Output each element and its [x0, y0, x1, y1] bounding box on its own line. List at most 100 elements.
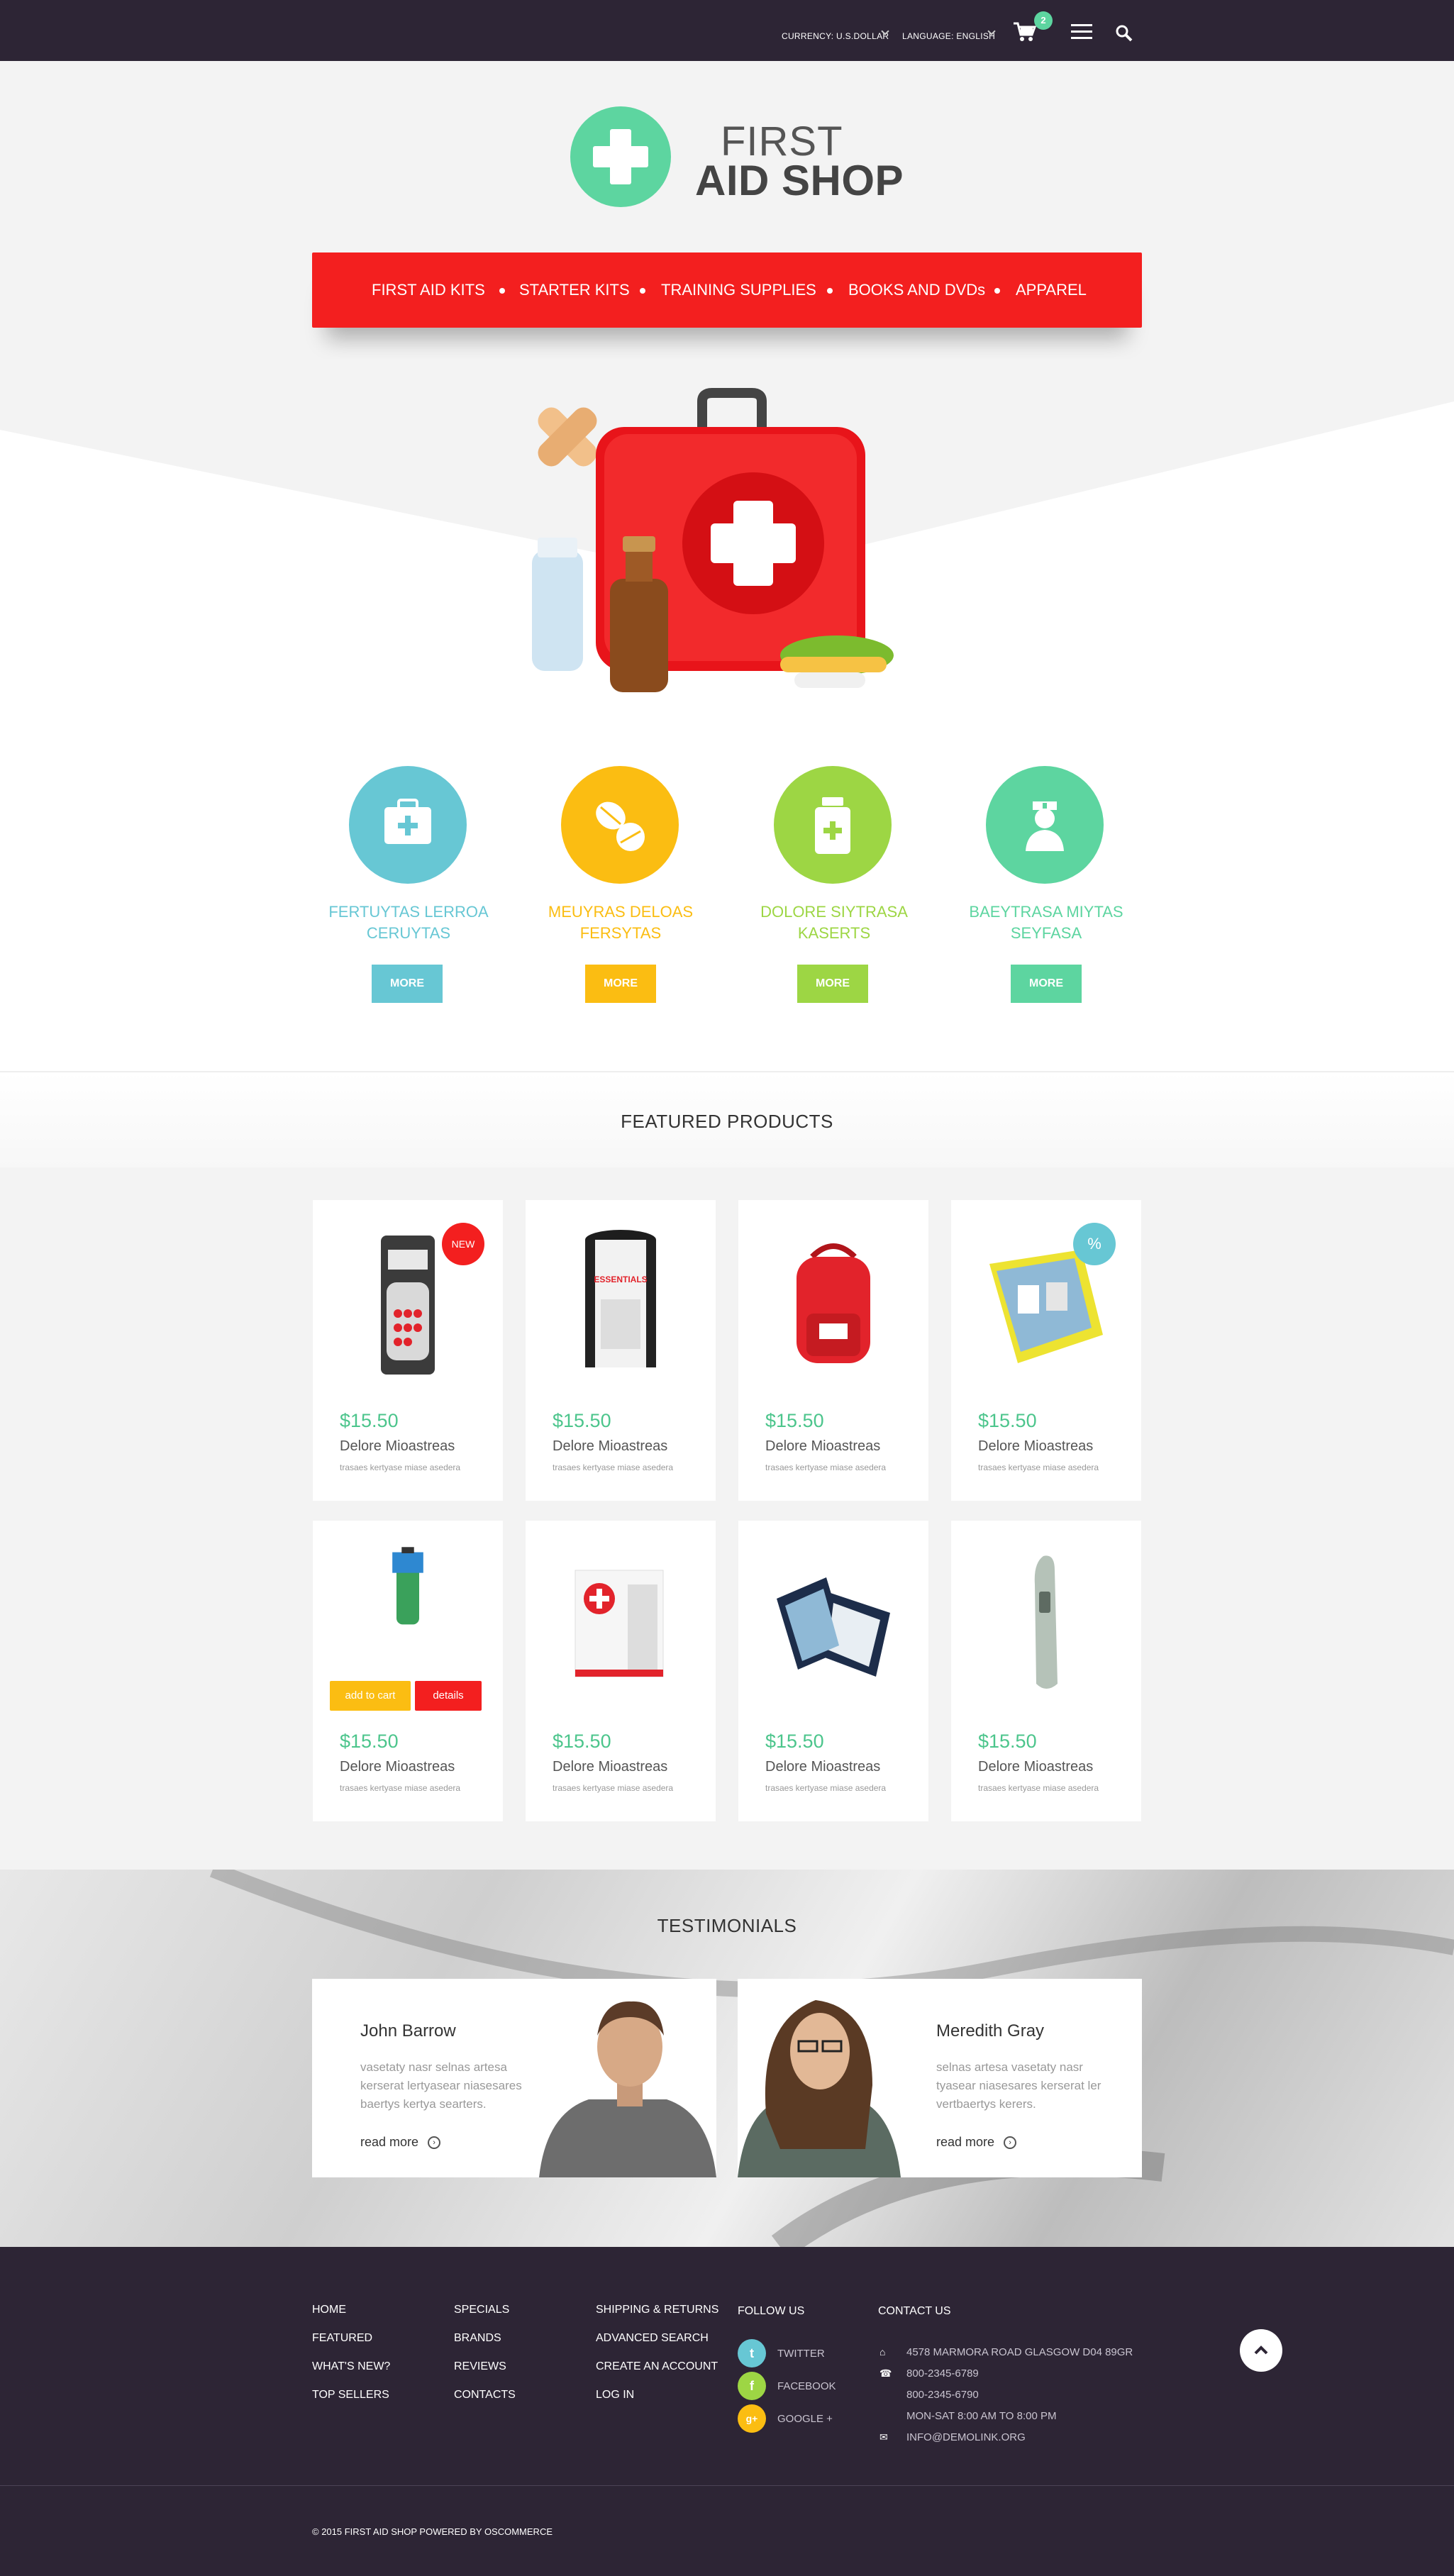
- footer-link-home[interactable]: HOME: [312, 2304, 346, 2316]
- svg-text:ESSENTIALS: ESSENTIALS: [594, 1275, 647, 1284]
- menu-item-starter-kits[interactable]: STARTER KITS: [519, 281, 630, 299]
- feature-more-button[interactable]: MORE: [372, 965, 443, 1003]
- logo-cross-icon[interactable]: [570, 106, 671, 207]
- feature-title: BAEYTRASA MIYTAS SEYFASA: [969, 903, 1123, 942]
- featured-products-title: FEATURED PRODUCTS: [621, 1111, 833, 1132]
- testimonial-card: Meredith Gray selnas artesa vasetaty nas…: [738, 1979, 1142, 2177]
- home-icon: ⌂: [879, 2346, 886, 2358]
- product-image[interactable]: [762, 1542, 904, 1698]
- main-menu: FIRST AID KITS STARTER KITS TRAINING SUP…: [312, 252, 1142, 328]
- product-name[interactable]: Delore Mioastreas: [553, 1759, 667, 1775]
- product-card[interactable]: $15.50 Delore Mioastreas trasaes kertyas…: [951, 1521, 1141, 1821]
- product-card[interactable]: add to cart details $15.50 Delore Mioast…: [313, 1521, 503, 1821]
- phone-icon: ☎: [879, 2367, 892, 2379]
- twitter-icon[interactable]: t: [738, 2339, 766, 2367]
- currency-selector[interactable]: CURRENCY: U.S.DOLLAR: [782, 31, 889, 41]
- nurse-icon[interactable]: [986, 766, 1104, 884]
- menu-icon[interactable]: [1071, 24, 1092, 40]
- arrow-right-circle-icon: ›: [1004, 2136, 1017, 2150]
- product-description: trasaes kertyase miase asedera: [553, 1783, 674, 1793]
- product-image[interactable]: [975, 1542, 1117, 1698]
- footer-link-create-account[interactable]: CREATE AN ACCOUNT: [596, 2360, 718, 2373]
- product-price: $15.50: [765, 1410, 824, 1431]
- product-price: $15.50: [978, 1731, 1037, 1752]
- back-to-top-button[interactable]: [1240, 2329, 1282, 2372]
- new-badge: NEW: [442, 1223, 484, 1265]
- feature-more-button[interactable]: MORE: [797, 965, 868, 1003]
- contact-phone[interactable]: 800-2345-6790: [906, 2389, 979, 2401]
- feature-more-button[interactable]: MORE: [585, 965, 656, 1003]
- footer-link-featured[interactable]: FEATURED: [312, 2332, 372, 2345]
- product-name[interactable]: Delore Mioastreas: [765, 1759, 880, 1775]
- footer-link-whats-new[interactable]: WHAT'S NEW?: [312, 2360, 390, 2373]
- product-image[interactable]: [337, 1542, 479, 1655]
- product-image[interactable]: [762, 1221, 904, 1377]
- arrow-right-circle-icon: ›: [428, 2136, 441, 2150]
- details-button[interactable]: details: [415, 1681, 482, 1711]
- pills-icon[interactable]: [561, 766, 679, 884]
- logo-text-aid-shop[interactable]: AID SHOP: [695, 156, 904, 205]
- product-grid: NEW $15.50 Delore Mioastreas trasaes ker…: [0, 1167, 1454, 1870]
- contact-phone[interactable]: 800-2345-6789: [906, 2367, 979, 2380]
- google-plus-icon[interactable]: g+: [738, 2404, 766, 2433]
- product-name[interactable]: Delore Mioastreas: [553, 1438, 667, 1455]
- sale-badge: %: [1073, 1223, 1116, 1265]
- read-more-link[interactable]: read more ›: [360, 2135, 441, 2150]
- cart-icon[interactable]: [1013, 21, 1037, 43]
- footer-link-contacts[interactable]: CONTACTS: [454, 2389, 516, 2402]
- product-name[interactable]: Delore Mioastreas: [978, 1438, 1093, 1455]
- product-description: trasaes kertyase miase asedera: [765, 1462, 887, 1472]
- footer-link-advanced-search[interactable]: ADVANCED SEARCH: [596, 2332, 709, 2345]
- product-name[interactable]: Delore Mioastreas: [765, 1438, 880, 1455]
- product-image[interactable]: [550, 1542, 692, 1698]
- footer-link-shipping-returns[interactable]: SHIPPING & RETURNS: [596, 2304, 718, 2316]
- menu-separator: [640, 288, 645, 294]
- hero-section: FERTUYTAS LERROA CERUYTAS MORE MEUYRAS D…: [0, 359, 1454, 1071]
- menu-item-apparel[interactable]: APPAREL: [1016, 281, 1087, 299]
- product-price: $15.50: [765, 1731, 824, 1752]
- contact-address: 4578 MARMORA ROAD GLASGOW D04 89GR: [906, 2346, 1133, 2358]
- footer-link-reviews[interactable]: REVIEWS: [454, 2360, 506, 2373]
- language-selector[interactable]: LANGUAGE: ENGLISH: [902, 31, 995, 41]
- menu-item-books-dvds[interactable]: BOOKS AND DVDs: [848, 281, 985, 299]
- featured-header: FEATURED PRODUCTS: [0, 1072, 1454, 1167]
- social-label-twitter[interactable]: TWITTER: [777, 2348, 825, 2360]
- product-card[interactable]: $15.50 Delore Mioastreas trasaes kertyas…: [738, 1521, 928, 1821]
- footer-link-log-in[interactable]: LOG IN: [596, 2389, 634, 2402]
- testimonials-title: TESTIMONIALS: [657, 1915, 797, 1936]
- footer-link-top-sellers[interactable]: TOP SELLERS: [312, 2389, 389, 2402]
- first-aid-kit-icon[interactable]: [349, 766, 467, 884]
- testimonial-author: Meredith Gray: [936, 2021, 1045, 2041]
- product-name[interactable]: Delore Mioastreas: [340, 1438, 455, 1455]
- footer-link-specials[interactable]: SPECIALS: [454, 2304, 509, 2316]
- testimonial-text: vasetaty nasr selnas artesa kerserat ler…: [360, 2060, 522, 2111]
- product-description: trasaes kertyase miase asedera: [553, 1462, 674, 1472]
- footer: HOME FEATURED WHAT'S NEW? TOP SELLERS SP…: [0, 2247, 1454, 2576]
- add-to-cart-button[interactable]: add to cart: [330, 1681, 411, 1711]
- contact-hours: MON-SAT 8:00 AM TO 8:00 PM: [906, 2410, 1057, 2422]
- product-name[interactable]: Delore Mioastreas: [340, 1759, 455, 1775]
- footer-link-brands[interactable]: BRANDS: [454, 2332, 501, 2345]
- product-description: trasaes kertyase miase asedera: [978, 1783, 1099, 1793]
- facebook-icon[interactable]: f: [738, 2372, 766, 2400]
- product-name[interactable]: Delore Mioastreas: [978, 1759, 1093, 1775]
- product-card[interactable]: % $15.50 Delore Mioastreas trasaes kerty…: [951, 1200, 1141, 1501]
- chevron-up-icon: [1254, 2345, 1268, 2355]
- menu-item-first-aid-kits[interactable]: FIRST AID KITS: [372, 281, 485, 299]
- contact-us-heading: CONTACT US: [878, 2305, 951, 2317]
- social-label-google-plus[interactable]: GOOGLE +: [777, 2413, 833, 2425]
- avatar: [738, 2000, 901, 2177]
- read-more-link[interactable]: read more ›: [936, 2135, 1017, 2150]
- product-card[interactable]: ESSENTIALS $15.50 Delore Mioastreas tras…: [526, 1200, 716, 1501]
- social-label-facebook[interactable]: FACEBOOK: [777, 2380, 836, 2392]
- product-card[interactable]: NEW $15.50 Delore Mioastreas trasaes ker…: [313, 1200, 503, 1501]
- medicine-bottle-icon[interactable]: [774, 766, 892, 884]
- feature-title: DOLORE SIYTRASA KASERTS: [760, 903, 908, 942]
- contact-email[interactable]: INFO@DEMOLINK.ORG: [906, 2431, 1026, 2443]
- menu-item-training-supplies[interactable]: TRAINING SUPPLIES: [661, 281, 816, 299]
- feature-more-button[interactable]: MORE: [1011, 965, 1082, 1003]
- product-image[interactable]: ESSENTIALS: [550, 1221, 692, 1377]
- product-card[interactable]: $15.50 Delore Mioastreas trasaes kertyas…: [738, 1200, 928, 1501]
- product-card[interactable]: $15.50 Delore Mioastreas trasaes kertyas…: [526, 1521, 716, 1821]
- search-icon[interactable]: [1115, 24, 1133, 43]
